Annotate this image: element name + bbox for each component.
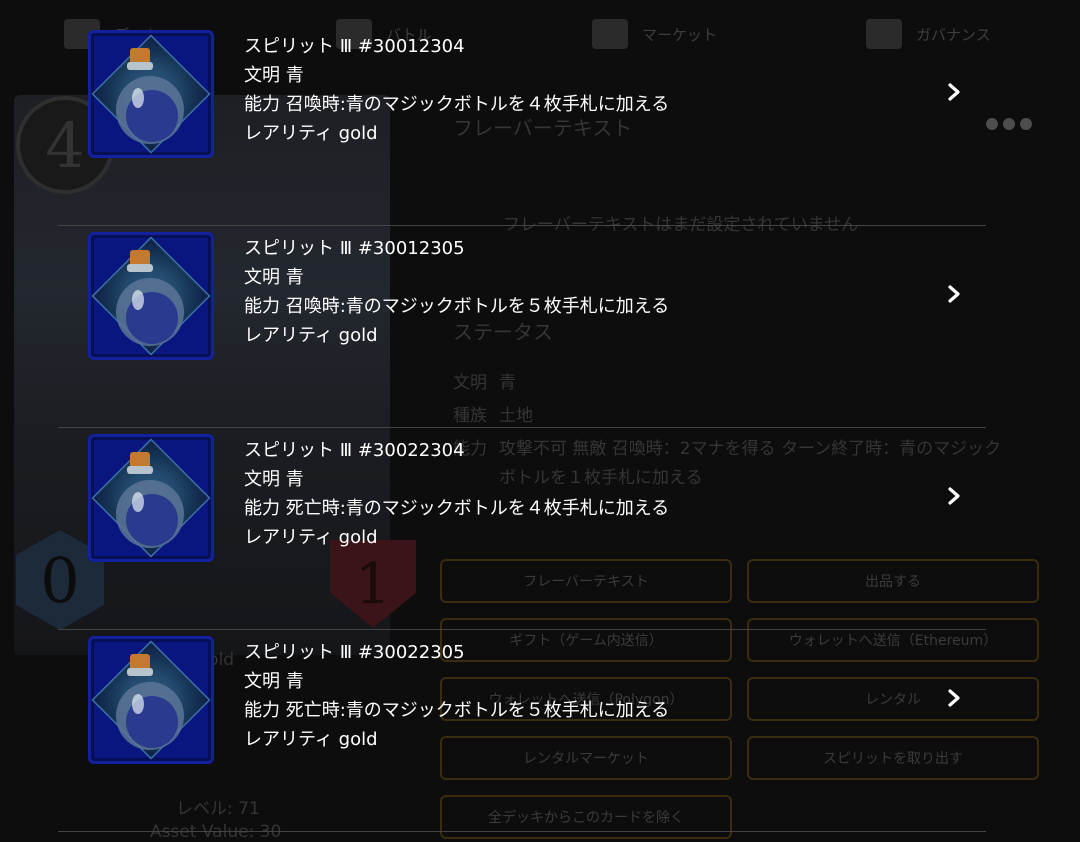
item-civ: 文明 青 bbox=[244, 267, 304, 288]
item-name: スピリット Ⅲ #30022304 bbox=[244, 440, 465, 461]
divider bbox=[58, 831, 986, 832]
item-rarity: レアリティ gold bbox=[244, 527, 378, 548]
item-info: スピリット Ⅲ #30012304 文明 青 能力 召喚時:青のマジックボトルを… bbox=[244, 32, 669, 148]
item-info: スピリット Ⅲ #30022304 文明 青 能力 死亡時:青のマジックボトルを… bbox=[244, 436, 669, 552]
item-civ: 文明 青 bbox=[244, 65, 304, 86]
magic-bottle-icon bbox=[88, 232, 214, 360]
item-ability: 能力 召喚時:青のマジックボトルを４枚手札に加える bbox=[244, 94, 670, 115]
item-rarity: レアリティ gold bbox=[244, 729, 378, 750]
item-name: スピリット Ⅲ #30012304 bbox=[244, 36, 465, 57]
item-ability: 能力 死亡時:青のマジックボトルを５枚手札に加える bbox=[244, 700, 670, 721]
list-item[interactable]: スピリット Ⅲ #30022305 文明 青 能力 死亡時:青のマジックボトルを… bbox=[58, 630, 986, 832]
list-item[interactable]: スピリット Ⅲ #30022304 文明 青 能力 死亡時:青のマジックボトルを… bbox=[58, 428, 986, 630]
magic-bottle-icon bbox=[88, 434, 214, 562]
item-name: スピリット Ⅲ #30012305 bbox=[244, 238, 465, 259]
chevron-right-icon[interactable] bbox=[944, 688, 964, 708]
item-name: スピリット Ⅲ #30022305 bbox=[244, 642, 465, 663]
list-item[interactable]: スピリット Ⅲ #30012305 文明 青 能力 召喚時:青のマジックボトルを… bbox=[58, 226, 986, 428]
item-civ: 文明 青 bbox=[244, 671, 304, 692]
chevron-right-icon[interactable] bbox=[944, 284, 964, 304]
item-info: スピリット Ⅲ #30012305 文明 青 能力 召喚時:青のマジックボトルを… bbox=[244, 234, 669, 350]
item-rarity: レアリティ gold bbox=[244, 325, 378, 346]
magic-bottle-icon bbox=[88, 636, 214, 764]
list-item[interactable]: スピリット Ⅲ #30012304 文明 青 能力 召喚時:青のマジックボトルを… bbox=[58, 24, 986, 226]
item-info: スピリット Ⅲ #30022305 文明 青 能力 死亡時:青のマジックボトルを… bbox=[244, 638, 669, 754]
magic-bottle-icon bbox=[88, 30, 214, 158]
item-ability: 能力 死亡時:青のマジックボトルを４枚手札に加える bbox=[244, 498, 670, 519]
spirit-list: スピリット Ⅲ #30012304 文明 青 能力 召喚時:青のマジックボトルを… bbox=[0, 0, 1080, 837]
item-ability: 能力 召喚時:青のマジックボトルを５枚手札に加える bbox=[244, 296, 670, 317]
item-civ: 文明 青 bbox=[244, 469, 304, 490]
chevron-right-icon[interactable] bbox=[944, 486, 964, 506]
chevron-right-icon[interactable] bbox=[944, 82, 964, 102]
item-rarity: レアリティ gold bbox=[244, 123, 378, 144]
